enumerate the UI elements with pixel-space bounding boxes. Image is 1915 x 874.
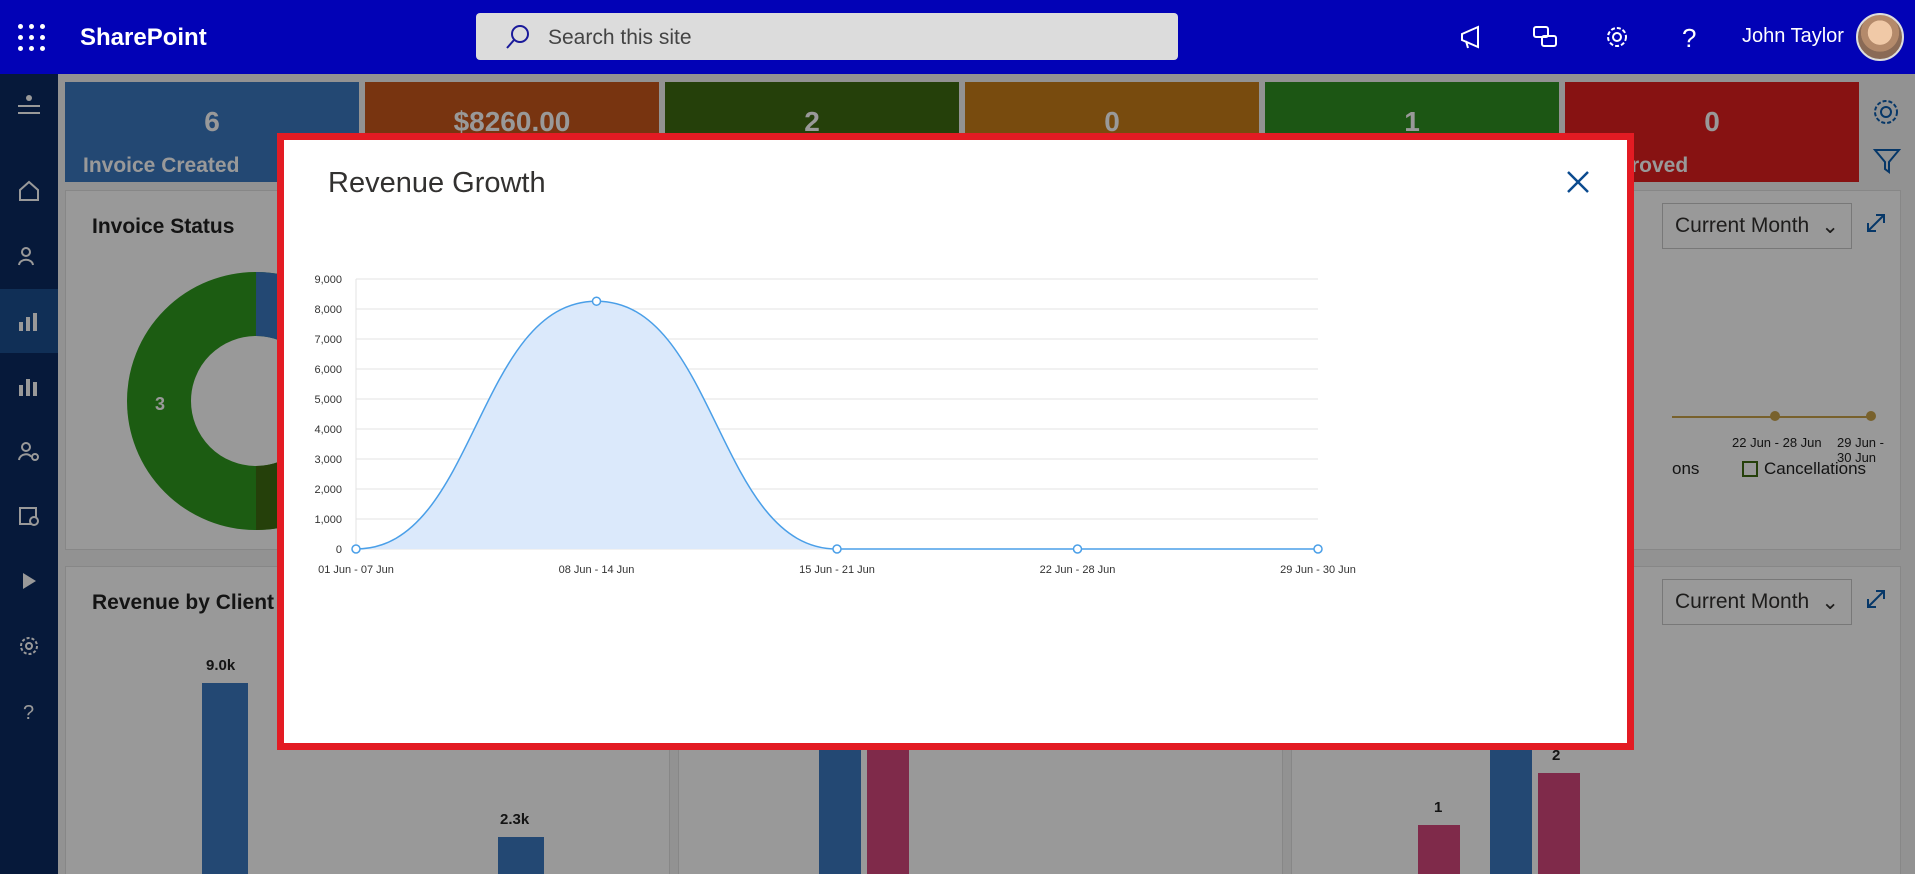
y-tick-label: 7,000 (314, 334, 342, 346)
chat-icon[interactable] (1530, 22, 1560, 52)
x-tick-label: 08 Jun - 14 Jun (559, 564, 635, 576)
brand-title[interactable]: SharePoint (80, 24, 207, 52)
help-icon[interactable]: ? (1674, 22, 1704, 52)
megaphone-icon[interactable] (1458, 22, 1488, 52)
data-point (1313, 544, 1323, 554)
y-tick-label: 4,000 (314, 424, 342, 436)
x-tick-label: 22 Jun - 28 Jun (1040, 564, 1116, 576)
top-bar: SharePoint Search this site ? John Taylo… (0, 0, 1915, 74)
y-tick-label: 8,000 (314, 304, 342, 316)
y-tick-label: 6,000 (314, 364, 342, 376)
app-launcher-icon[interactable] (18, 24, 46, 52)
y-tick-label: 9,000 (314, 274, 342, 286)
y-tick-label: 1,000 (314, 514, 342, 526)
x-tick-label: 01 Jun - 07 Jun (318, 564, 394, 576)
avatar[interactable] (1856, 13, 1904, 61)
data-point (832, 544, 842, 554)
data-point (1072, 544, 1083, 554)
y-tick-label: 0 (336, 544, 342, 556)
user-name[interactable]: John Taylor (1742, 25, 1844, 48)
data-point (351, 544, 361, 554)
search-placeholder: Search this site (548, 26, 692, 49)
settings-gear-icon[interactable] (1602, 22, 1632, 52)
data-point (591, 296, 602, 306)
area-fill (356, 301, 1318, 549)
close-icon[interactable] (1560, 164, 1596, 200)
x-tick-label: 29 Jun - 30 Jun (1280, 564, 1356, 576)
y-tick-label: 5,000 (314, 394, 342, 406)
x-tick-label: 15 Jun - 21 Jun (799, 564, 875, 576)
y-tick-label: 2,000 (314, 484, 342, 496)
modal-title: Revenue Growth (328, 167, 546, 199)
revenue-growth-modal: Revenue Growth 0 1,000 2,000 3,000 4,000 5,00… (277, 133, 1634, 750)
svg-text:?: ? (1682, 23, 1696, 52)
revenue-growth-chart: 0 1,000 2,000 3,000 4,000 5,000 6,000 7,000 8,00… (314, 274, 1356, 576)
search-icon (506, 25, 529, 49)
search-box[interactable]: Search this site (476, 13, 1178, 60)
y-tick-label: 3,000 (314, 454, 342, 466)
